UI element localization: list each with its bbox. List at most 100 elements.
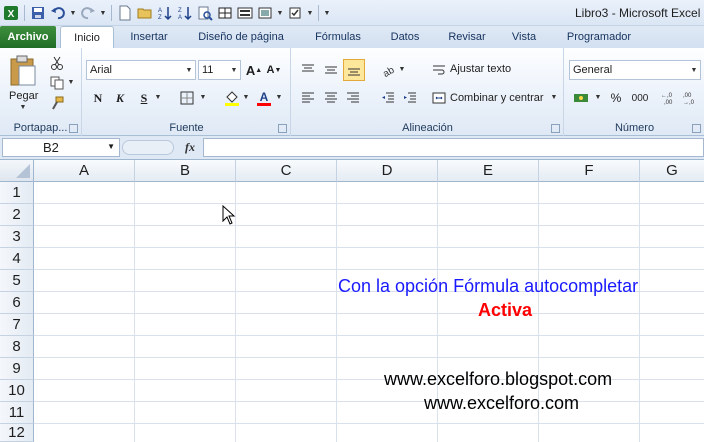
alignment-launcher-icon[interactable] (551, 124, 560, 133)
customize-qat-icon[interactable]: ▼ (323, 10, 331, 17)
thousands-separator-button[interactable]: 000 (628, 88, 652, 108)
tab-home[interactable]: Inicio (60, 26, 114, 48)
new-document-icon[interactable] (116, 4, 134, 22)
sort-descending-icon[interactable]: ZA (176, 4, 194, 22)
select-all-corner[interactable] (0, 160, 34, 182)
formula-bar-splitter[interactable] (122, 140, 174, 155)
checkbox-dropdown-icon[interactable]: ▼ (306, 10, 314, 17)
cut-icon[interactable] (48, 54, 66, 72)
row-header-3[interactable]: 3 (0, 226, 34, 248)
bold-button[interactable]: N (89, 88, 107, 108)
undo-icon[interactable] (49, 4, 67, 22)
align-bottom-icon[interactable] (343, 59, 365, 81)
undo-dropdown-icon[interactable]: ▼ (69, 10, 77, 17)
copy-dropdown-icon[interactable]: ▼ (67, 79, 75, 86)
italic-button[interactable]: K (111, 88, 129, 108)
tab-data[interactable]: Datos (381, 26, 429, 48)
number-launcher-icon[interactable] (692, 124, 701, 133)
save-icon[interactable] (29, 4, 47, 22)
column-header-c[interactable]: C (236, 160, 337, 182)
tab-view[interactable]: Vista (504, 26, 544, 48)
align-right-icon[interactable] (343, 88, 363, 108)
row-header-5[interactable]: 5 (0, 270, 34, 292)
align-top-icon[interactable] (298, 60, 318, 80)
row-header-7[interactable]: 7 (0, 314, 34, 336)
paste-dropdown-icon[interactable]: ▼ (19, 104, 27, 111)
row-header-1[interactable]: 1 (0, 182, 34, 204)
borders-icon[interactable] (178, 88, 196, 108)
shrink-font-icon[interactable]: A ▼ (265, 60, 283, 80)
align-middle-icon[interactable] (321, 60, 341, 80)
column-header-g[interactable]: G (640, 160, 704, 182)
row-header-6[interactable]: 6 (0, 292, 34, 314)
tab-developer[interactable]: Programador (556, 26, 642, 48)
row-header-10[interactable]: 10 (0, 380, 34, 402)
worksheet-grid[interactable]: A B C D E F G 1 2 3 4 5 6 7 8 9 10 11 12… (0, 160, 704, 442)
row-header-4[interactable]: 4 (0, 248, 34, 270)
align-center-icon[interactable] (321, 88, 341, 108)
row-header-9[interactable]: 9 (0, 358, 34, 380)
clipboard-launcher-icon[interactable] (69, 124, 78, 133)
camera-dropdown-icon[interactable]: ▼ (276, 10, 284, 17)
font-name-combo[interactable]: Arial ▼ (86, 60, 196, 80)
sort-ascending-icon[interactable]: AZ (156, 4, 174, 22)
font-size-combo[interactable]: 11 ▼ (198, 60, 241, 80)
wrap-text-icon[interactable] (430, 60, 448, 80)
currency-dropdown-icon[interactable]: ▼ (594, 94, 602, 101)
copy-icon[interactable] (48, 74, 66, 92)
column-header-b[interactable]: B (135, 160, 236, 182)
tab-file[interactable]: Archivo (0, 26, 56, 48)
borders-grid-icon[interactable] (216, 4, 234, 22)
row-header-11[interactable]: 11 (0, 402, 34, 424)
name-box-dropdown-icon[interactable]: ▼ (107, 142, 115, 151)
row-header-2[interactable]: 2 (0, 204, 34, 226)
grow-font-icon[interactable]: A ▲ (245, 60, 263, 80)
tab-insert[interactable]: Insertar (118, 26, 180, 48)
align-left-icon[interactable] (298, 88, 318, 108)
merge-center-icon[interactable] (430, 88, 448, 108)
currency-icon[interactable] (571, 88, 593, 108)
formula-input[interactable] (203, 138, 704, 157)
fill-color-icon[interactable] (223, 88, 241, 108)
underline-dropdown-icon[interactable]: ▼ (154, 94, 162, 101)
column-header-a[interactable]: A (34, 160, 135, 182)
paste-label[interactable]: Pegar (9, 90, 38, 102)
form-icon[interactable] (236, 4, 254, 22)
column-header-d[interactable]: D (337, 160, 438, 182)
paste-icon[interactable] (6, 54, 40, 88)
merge-center-button[interactable]: Combinar y centrar (450, 92, 544, 104)
row-header-12[interactable]: 12 (0, 424, 34, 442)
increase-indent-icon[interactable] (400, 88, 420, 108)
font-launcher-icon[interactable] (278, 124, 287, 133)
redo-dropdown-icon[interactable]: ▼ (99, 10, 107, 17)
orientation-dropdown-icon[interactable]: ▼ (398, 66, 406, 73)
borders-dropdown-icon[interactable]: ▼ (199, 94, 207, 101)
wrap-text-button[interactable]: Ajustar texto (450, 63, 511, 75)
underline-button[interactable]: S (135, 88, 153, 108)
number-format-combo[interactable]: General ▼ (569, 60, 701, 80)
tab-review[interactable]: Revisar (438, 26, 496, 48)
camera-icon[interactable] (256, 4, 274, 22)
tab-page-layout[interactable]: Diseño de página (188, 26, 294, 48)
insert-function-icon[interactable]: fx (180, 140, 200, 156)
row-header-8[interactable]: 8 (0, 336, 34, 358)
orientation-icon[interactable]: ab (378, 60, 398, 80)
column-header-f[interactable]: F (539, 160, 640, 182)
format-painter-icon[interactable] (48, 94, 66, 112)
redo-icon[interactable] (79, 4, 97, 22)
font-color-dropdown-icon[interactable]: ▼ (275, 94, 283, 101)
print-preview-icon[interactable] (196, 4, 214, 22)
percent-button[interactable]: % (607, 88, 625, 108)
checkbox-control-icon[interactable] (286, 4, 304, 22)
name-box[interactable]: B2 ▼ (2, 138, 120, 157)
merge-center-dropdown-icon[interactable]: ▼ (550, 94, 558, 101)
increase-decimal-icon[interactable]: ←,0,00 (660, 88, 680, 108)
decrease-indent-icon[interactable] (378, 88, 398, 108)
tab-formulas[interactable]: Fórmulas (305, 26, 371, 48)
decrease-decimal-icon[interactable]: ,00 →,0 (682, 88, 702, 108)
font-color-icon[interactable]: A (255, 88, 273, 108)
excel-logo-icon[interactable]: X (2, 4, 20, 22)
fill-color-dropdown-icon[interactable]: ▼ (242, 94, 250, 101)
open-folder-icon[interactable] (136, 4, 154, 22)
column-header-e[interactable]: E (438, 160, 539, 182)
